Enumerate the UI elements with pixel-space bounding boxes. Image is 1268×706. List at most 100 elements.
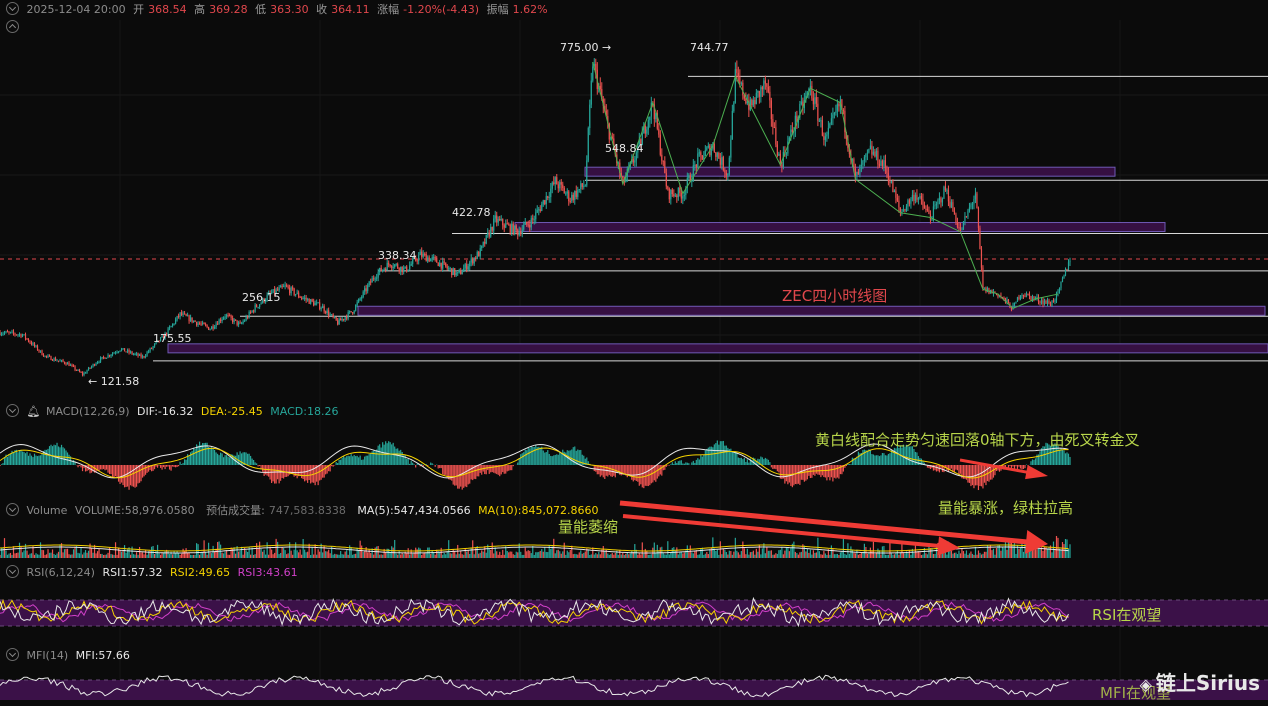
collapse-icon[interactable] <box>6 2 19 15</box>
collapse-icon[interactable] <box>6 404 19 417</box>
macd-histogram-bar <box>341 457 343 465</box>
macd-histogram-bar <box>551 456 553 465</box>
candle-body <box>337 320 339 325</box>
candle-body <box>239 322 241 324</box>
chart-stage[interactable]: 2025-12-04 20:00 开 368.54 高 369.28 低 363.30… <box>0 0 1268 706</box>
collapse-icon[interactable] <box>6 503 19 516</box>
candle-body <box>416 260 418 262</box>
macd-histogram-bar <box>164 465 166 470</box>
candle-body <box>289 287 291 294</box>
macd-histogram-bar <box>983 465 986 483</box>
volume-bar <box>105 554 108 558</box>
candle-body <box>725 172 727 176</box>
rsi-annotation: RSI在观望 <box>1092 606 1162 624</box>
volume-bar <box>277 541 279 558</box>
volume-bar <box>253 554 255 558</box>
macd-histogram-bar <box>628 465 630 475</box>
volume-bar <box>269 546 271 558</box>
volume-bar <box>971 553 974 558</box>
candle-body <box>331 314 333 316</box>
volume-bar <box>977 550 980 558</box>
macd-histogram-bar <box>877 455 879 465</box>
mfi-name: MFI(14) <box>26 649 69 662</box>
candle-body <box>293 288 295 295</box>
macd-histogram-bar <box>284 465 286 477</box>
candle-body <box>281 285 283 287</box>
volume-bar <box>920 554 923 558</box>
candle-body <box>425 254 427 262</box>
macd-histogram-bar <box>683 463 685 465</box>
expand-icon[interactable] <box>6 20 19 33</box>
candle-body <box>424 253 426 255</box>
macd-histogram-bar <box>322 465 324 478</box>
candle-body <box>48 355 51 357</box>
candle-body <box>470 258 472 263</box>
macd-histogram-bar <box>141 465 144 478</box>
candle-body <box>1015 301 1017 303</box>
volume-bar <box>1042 550 1044 558</box>
volume-bar <box>898 554 900 558</box>
collapse-icon[interactable] <box>6 565 19 578</box>
macd-histogram-bar <box>524 449 526 465</box>
candle-body <box>599 85 601 90</box>
macd-histogram-bar <box>253 459 255 465</box>
volume-bar <box>332 554 334 558</box>
candle-body <box>253 310 255 312</box>
macd-histogram-bar <box>796 465 798 485</box>
volume-bar <box>421 554 423 558</box>
volume-bar <box>56 553 58 558</box>
macd-histogram-bar <box>162 465 165 468</box>
macd-histogram-bar <box>367 455 369 465</box>
volume-bar <box>86 552 88 558</box>
candle-body <box>29 341 31 343</box>
volume-bar <box>922 554 924 558</box>
macd-histogram-bar <box>307 465 309 483</box>
candle-body <box>766 83 768 87</box>
candle-body <box>449 268 451 270</box>
candle-body <box>1033 296 1035 299</box>
candle-body <box>923 205 926 209</box>
macd-histogram-bar <box>656 465 658 479</box>
volume-bar <box>628 554 630 558</box>
volume-bar <box>731 554 733 558</box>
candle-body <box>248 311 250 318</box>
macd-histogram-bar <box>311 465 313 483</box>
rsi2-value: RSI2:49.65 <box>170 566 231 579</box>
volume-bar <box>619 550 621 558</box>
volume-name: Volume <box>26 504 68 517</box>
volume-bar <box>916 551 918 558</box>
candle-body <box>0 333 3 335</box>
volume-bar <box>787 548 789 558</box>
weibo-icon: ◈ <box>1139 675 1152 694</box>
candle-body <box>922 199 924 206</box>
macd-histogram-bar <box>362 459 364 465</box>
macd-histogram-bar <box>484 465 486 475</box>
macd-name: MACD(12,26,9) <box>45 405 130 418</box>
candle-body <box>1058 287 1061 291</box>
candle-body <box>132 354 135 356</box>
macd-histogram-bar <box>218 455 220 465</box>
volume-bar <box>848 553 850 558</box>
candle-body <box>541 204 543 211</box>
volume-bar <box>716 549 718 558</box>
candle-body <box>700 152 702 156</box>
candle-body <box>63 361 66 364</box>
collapse-icon[interactable] <box>6 648 19 661</box>
volume-bar <box>608 554 610 558</box>
bell-icon[interactable]: 🔔︎ <box>27 405 41 418</box>
candle-body <box>646 129 648 134</box>
volume-bar <box>159 554 162 558</box>
volume-bar <box>646 551 648 558</box>
volume-bar <box>799 552 801 558</box>
candle-body <box>587 128 589 161</box>
volume-bar <box>317 549 319 558</box>
candle-body <box>320 308 322 310</box>
volume-bar <box>179 554 181 558</box>
candle-body <box>583 186 585 188</box>
candle-body <box>45 355 48 357</box>
candle-body <box>224 316 226 318</box>
candle-body <box>890 181 893 183</box>
candle-body <box>457 272 459 274</box>
candle-body <box>707 145 709 148</box>
volume-bar <box>431 550 433 558</box>
